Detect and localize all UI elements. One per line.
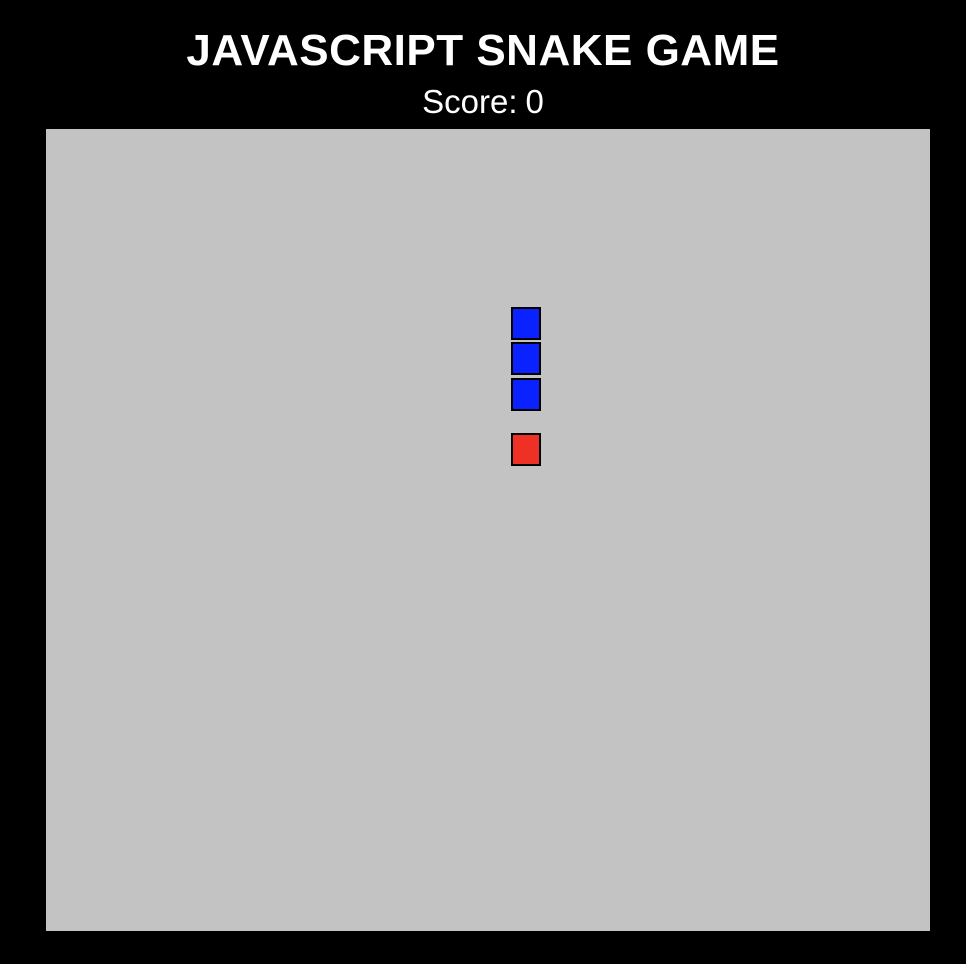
game-board[interactable] [46, 129, 930, 931]
snake-segment [510, 377, 541, 411]
snake-segment [510, 342, 541, 375]
game-page: JAVASCRIPT SNAKE GAME Score: 0 [0, 0, 966, 964]
score-label: Score: [422, 83, 518, 120]
snake-head [510, 306, 541, 340]
game-title: JAVASCRIPT SNAKE GAME [186, 26, 780, 75]
food-item [510, 432, 541, 466]
score-value: 0 [525, 83, 544, 120]
score-display: Score: 0 [0, 82, 966, 122]
